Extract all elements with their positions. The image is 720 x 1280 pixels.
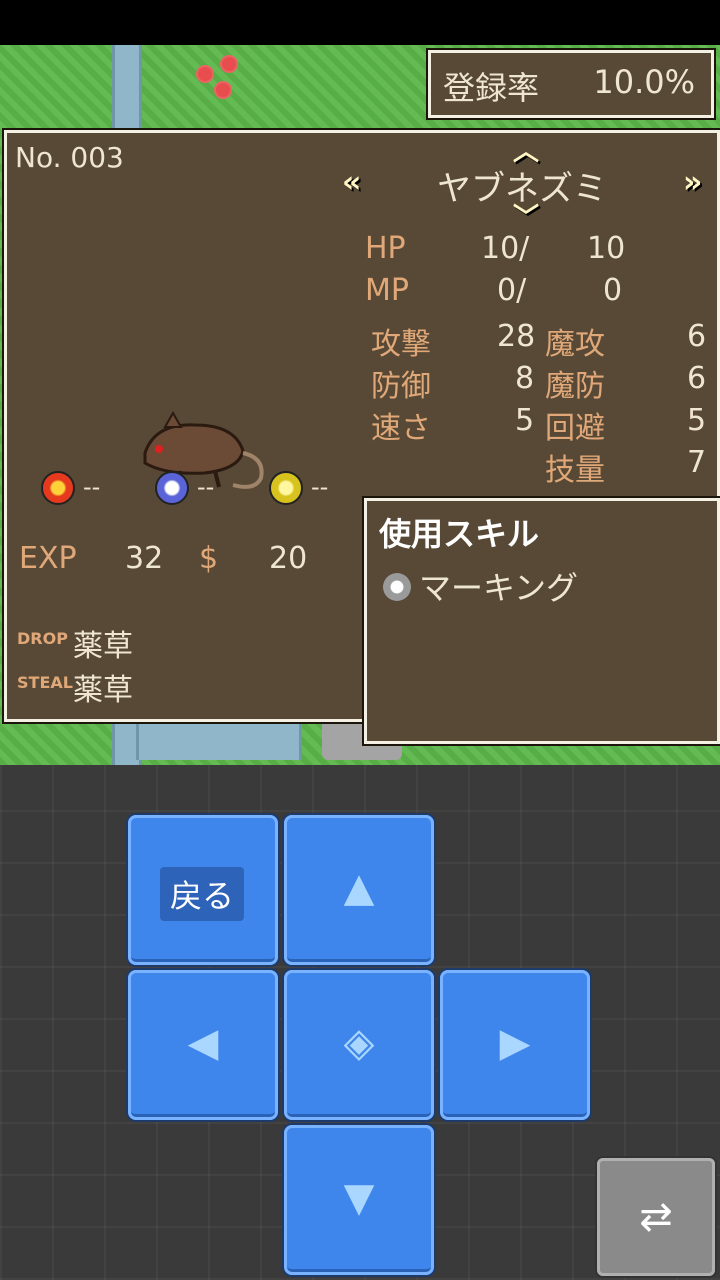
drop-label: DROP [17,629,68,648]
attack-value: 28 [497,319,536,354]
flower-decoration [214,81,232,99]
gold-label: $ [199,541,219,576]
hp-max: 10 [587,231,626,266]
confirm-icon: ◈ [343,1020,375,1066]
attack-label: 攻撃 [371,327,431,362]
hp-current: 10/ [481,231,530,266]
skill-orb-icon [383,573,411,601]
fire-icon [41,471,75,505]
magic-defense-label: 魔防 [545,369,605,404]
flower-decoration [196,65,214,83]
mp-label: MP [365,273,409,308]
back-button-label: 戻る [160,867,245,921]
evasion-value: 5 [687,403,707,438]
dpad-left-button[interactable]: ◀ [128,970,278,1120]
swap-button[interactable]: ⇄ [597,1158,715,1276]
dpad-up-button[interactable]: ▲ [284,815,434,965]
steal-label: STEAL [17,673,73,692]
top-black-bar [0,0,720,45]
technique-label: 技量 [545,453,605,488]
swap-icon: ⇄ [639,1194,673,1240]
left-arrow-icon: ◀ [187,1020,219,1066]
evasion-label: 回避 [545,411,605,446]
next-monster-arrow-icon[interactable]: » [683,165,702,200]
ice-resistance: -- [197,473,215,501]
speed-label: 速さ [371,411,431,446]
exp-value: 32 [125,541,164,576]
dpad-center-button[interactable]: ◈ [284,970,434,1120]
monster-name: ヤブネズミ [437,169,607,209]
defense-value: 8 [515,361,535,396]
monster-number: No. 003 [15,141,124,174]
skill-panel-tab: 使用スキル [364,498,617,553]
skill-panel: 使用スキル マーキング [364,498,720,744]
magic-attack-value: 6 [687,319,707,354]
fire-resistance: -- [83,473,101,501]
down-arrow-icon: ▼ [343,1175,375,1221]
dpad-right-button[interactable]: ▶ [440,970,590,1120]
hp-label: HP [365,231,406,266]
prev-monster-arrow-icon[interactable]: « [342,165,361,200]
mp-current: 0/ [497,273,527,308]
registration-rate-panel: 登録率 10.0% [428,50,714,118]
flower-decoration [220,55,238,73]
drop-item: 薬草 [73,629,133,664]
exp-label: EXP [19,541,77,576]
steal-item: 薬草 [73,673,133,708]
dpad-down-button[interactable]: ▼ [284,1125,434,1275]
magic-attack-label: 魔攻 [545,327,605,362]
thunder-icon [269,471,303,505]
ice-icon [155,471,189,505]
mp-max: 0 [603,273,623,308]
speed-value: 5 [515,403,535,438]
water-channel-bottom [136,720,302,760]
rate-label: 登録率 [443,69,540,107]
back-button[interactable]: 戻る [128,815,278,965]
right-arrow-icon: ▶ [499,1020,531,1066]
magic-defense-value: 6 [687,361,707,396]
skill-item[interactable]: マーキング [419,563,578,609]
up-arrow-icon: ▲ [343,865,375,911]
skill-title: 使用スキル [379,515,540,553]
rate-value: 10.0% [593,63,695,101]
technique-value: 7 [687,445,707,480]
defense-label: 防御 [371,369,431,404]
gold-value: 20 [269,541,308,576]
thunder-resistance: -- [311,473,329,501]
